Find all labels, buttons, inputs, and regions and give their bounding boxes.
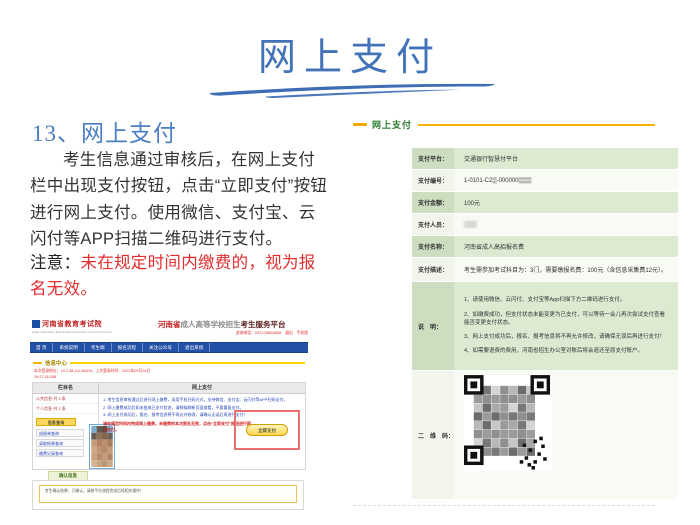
row-pay-amount: 支付金额： 100元 — [412, 192, 678, 213]
row-pay-person: 支付人员： ▒▒▒ — [412, 214, 678, 235]
note-label: 注意： — [30, 254, 80, 272]
query-link-scores[interactable]: 成绩单查询 — [36, 429, 84, 437]
login-info: 本次登录地址：10.2.38.111:26009，上次登录时间：2022年09月… — [34, 369, 150, 380]
nav-item-candidate[interactable]: 考生端 — [85, 343, 112, 352]
page-title: 网上支付 — [0, 26, 700, 81]
info-center-header: 信息中心 — [33, 359, 305, 367]
category-public-info[interactable]: 公共信息·共 2 条 — [33, 394, 98, 404]
instruction-3: 3、网上支付成功后，报名、报考信息将不再允许修改，请确保无误后再进行支付！ — [464, 333, 669, 341]
slide: 网上支付 13、网上支付 考生信息通过审核后，在网上支付栏中出现支付按钮，点击“… — [0, 0, 700, 525]
title-underline-swoosh — [208, 80, 498, 98]
nav-item-wechat[interactable]: 关注公众号 — [143, 343, 179, 352]
row-pay-name: 支付名称： 河南省成人高招报名费 — [412, 236, 678, 257]
confirm-info-text: 考生确认结果：已确认，请按平台流程完成后续相关操作！ — [39, 485, 297, 503]
orange-dash-icon — [353, 123, 367, 126]
section-heading: 13、网上支付 — [32, 114, 177, 148]
payment-header: 网上支付 — [353, 118, 655, 131]
nav-item-logout[interactable]: 退出系统 — [179, 343, 210, 352]
notice-line-1: 1. 考生信息审核通过后进行网上缴费，采用手机扫码方式，支持微信、支付宝、云闪付… — [103, 396, 302, 404]
nav-item-home[interactable]: 首 页 — [30, 343, 53, 352]
payment-title: 网上支付 — [372, 118, 412, 131]
portal-site-title: 河南省成人高等学校招生考生服务平台 — [158, 319, 308, 330]
body-paragraph: 考生信息通过审核后，在网上支付栏中出现支付按钮，点击“立即支付”按钮进行网上支付… — [30, 147, 328, 253]
instruction-2: 2、如缴费成功，但支付状态未能变更为已支付，可以等待一会儿再次尝试支付查看能否变… — [464, 311, 669, 328]
nav-item-signup-flow[interactable]: 报名流程 — [112, 343, 143, 352]
qr-code — [464, 375, 552, 471]
portal-logo-subtitle: Higher Education Examinations Authority … — [32, 330, 112, 334]
gold-rule — [70, 362, 305, 364]
info-center-title: 信息中心 — [45, 359, 67, 367]
portal-hotline: 咨询电话：0371-55610639 退出 手机版 — [160, 331, 308, 336]
row-pay-platform: 支付平台： 交通银行智慧付平台 — [412, 148, 678, 169]
portal-logo: 河南省教育考试院 Higher Education Examinations A… — [32, 319, 112, 334]
qr-finder-top-left — [464, 375, 484, 395]
confirm-info-tab[interactable]: 确认信息 — [48, 471, 88, 480]
query-link-payment-record[interactable]: 缴费记录查询 — [36, 449, 84, 457]
category-personal-info[interactable]: 个人信息·共 2 条 — [33, 404, 98, 414]
portal-screenshot: 河南省教育考试院 Higher Education Examinations A… — [30, 316, 308, 518]
gold-rule-right — [418, 124, 655, 126]
portal-logo-icon — [32, 320, 40, 328]
instruction-1: 1、请使用微信、云闪付、支付宝等App扫描下方二维码进行支付。 — [464, 296, 669, 304]
info-center-table: 栏目名 网上支付 公共信息·共 2 条 个人信息·共 2 条 信息查询 成绩单查… — [32, 382, 306, 470]
payment-notice-panel: 1. 考生信息审核通过后进行网上缴费，采用手机扫码方式，支持微信、支付宝、云闪付… — [100, 394, 305, 469]
highlight-red-box: 立即支付 — [234, 410, 300, 450]
instruction-4: 4、如需要退费的费用，河南省招生办公室对账后将会退还至原支付账户。 — [464, 347, 669, 355]
info-table-header: 栏目名 网上支付 — [33, 383, 305, 394]
payment-screenshot: 网上支付 支付平台： 交通银行智慧付平台 支付编号： 1-0101-C2▒-00… — [345, 112, 690, 522]
note-line: 注意：未在规定时间内缴费的，视为报名无效。 — [30, 250, 328, 303]
nav-item-system-info[interactable]: 系统说明 — [53, 343, 84, 352]
row-pay-number: 支付编号： 1-0101-C2▒-000000▒▒▒ — [412, 170, 678, 191]
row-pay-description: 支付描述： 考生需参加考试科目为：3门，需要缴报名费：100元（含信息采集费12… — [412, 258, 678, 281]
payment-table: 支付平台： 交通银行智慧付平台 支付编号： 1-0101-C2▒-000000▒… — [412, 148, 678, 499]
row-instructions: 说 明： 1、请使用微信、云闪付、支付宝等App扫描下方二维码进行支付。 2、如… — [412, 282, 678, 370]
qr-finder-top-right — [530, 375, 550, 395]
qr-finder-bottom-left — [464, 445, 484, 465]
query-link-admission[interactable]: 录取结果查询 — [36, 439, 84, 447]
portal-navbar: 首 页 系统说明 考生端 报名流程 关注公众号 退出系统 — [30, 342, 308, 353]
dashed-divider — [353, 505, 655, 506]
gold-dash-icon — [33, 362, 42, 364]
portal-logo-title: 河南省教育考试院 — [42, 319, 102, 329]
row-qr-code: 二 维 码： — [412, 371, 678, 499]
confirm-info-box: 考生确认结果：已确认，请按平台流程完成后续相关操作！ — [32, 480, 304, 510]
column-header-payment: 网上支付 — [99, 383, 305, 393]
pay-now-button[interactable]: 立即支付 — [246, 424, 288, 436]
notice-warning: 请在规定时间内完成网上缴费，未缴费的本次报名无效，点击“立即支付”按钮进行网上支… — [103, 421, 253, 433]
query-section-header: 信息查询 — [36, 418, 76, 426]
column-header-category: 栏目名 — [33, 383, 99, 393]
